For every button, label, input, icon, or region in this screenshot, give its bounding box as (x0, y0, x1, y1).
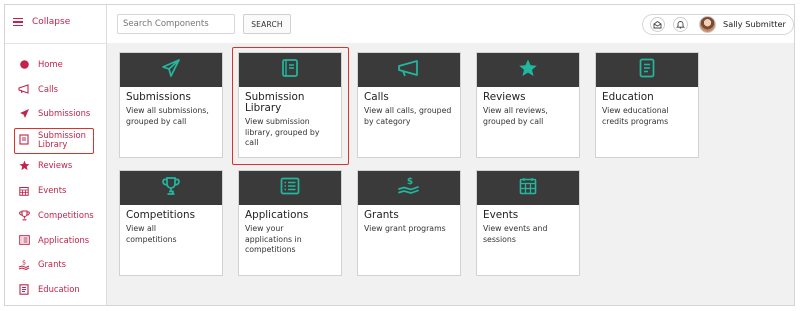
card-description: View your applications in competitions (245, 224, 302, 254)
star-icon (518, 58, 538, 82)
sidebar-item-label: Grants (38, 259, 67, 270)
card-title: Applications (245, 209, 309, 221)
book-icon (281, 58, 299, 82)
sidebar-item-events[interactable]: Events (5, 178, 107, 203)
user-menu[interactable]: Sally Submitter (642, 14, 794, 35)
card-events[interactable]: Events View events and sessions (476, 170, 580, 276)
card-title: Submission Library (245, 91, 305, 114)
paper-plane-icon (18, 108, 30, 120)
card-grants[interactable]: $ Grants View grant programs (357, 170, 461, 276)
card-description: View submission library, grouped by call (245, 117, 320, 147)
list-icon (18, 234, 30, 246)
collapse-button[interactable]: Collapse (13, 17, 70, 27)
sidebar-item-label: Calls (38, 83, 58, 94)
card-header (239, 53, 341, 87)
card-submission-library[interactable]: Submission Library View submission libra… (238, 52, 342, 158)
card-title: Grants (364, 209, 399, 221)
component-cards: Submissions View all submissions, groupe… (107, 43, 794, 305)
card-reviews[interactable]: Reviews View all reviews, grouped by cal… (476, 52, 580, 158)
user-name: Sally Submitter (723, 19, 786, 29)
card-calls[interactable]: Calls View all calls, grouped by categor… (357, 52, 461, 158)
card-header (120, 53, 222, 87)
collapse-label: Collapse (32, 17, 71, 27)
inbox-icon[interactable] (650, 17, 665, 32)
card-header: $ (358, 171, 460, 205)
document-icon (639, 58, 655, 82)
svg-text:$: $ (407, 177, 413, 187)
card-header (477, 171, 579, 205)
card-header (477, 53, 579, 87)
document-icon (18, 284, 30, 296)
megaphone-icon (397, 59, 421, 81)
hamburger-icon (13, 17, 23, 27)
app-frame: Collapse Home Calls Submissions Submissi… (4, 4, 795, 306)
avatar[interactable] (699, 16, 716, 33)
calendar-icon (18, 185, 30, 197)
card-description: View all reviews, grouped by call (483, 106, 548, 126)
card-applications[interactable]: Applications View your applications in c… (238, 170, 342, 276)
card-title: Education (602, 91, 654, 103)
sidebar-item-applications[interactable]: Applications (5, 228, 107, 253)
sidebar-item-reviews[interactable]: Reviews (5, 153, 107, 178)
card-header (239, 171, 341, 205)
trophy-icon (161, 176, 181, 200)
sidebar-item-label: Competitions (38, 209, 94, 220)
card-description: View all calls, grouped by category (364, 106, 452, 126)
card-title: Calls (364, 91, 389, 103)
sidebar-item-label: Education (38, 284, 80, 295)
sidebar-item-grants[interactable]: $ Grants (5, 253, 107, 278)
svg-text:$: $ (22, 260, 26, 267)
card-title: Submissions (126, 91, 191, 103)
card-competitions[interactable]: Competitions View all competitions (119, 170, 223, 276)
card-title: Events (483, 209, 519, 221)
sidebar-nav: Home Calls Submissions Submission Librar… (5, 52, 107, 302)
card-description: View grant programs (364, 224, 446, 233)
calendar-icon (519, 177, 537, 199)
card-description: View all competitions (126, 224, 177, 244)
book-icon (18, 134, 30, 146)
star-icon (18, 160, 30, 172)
trophy-icon (18, 209, 30, 221)
sidebar-item-education[interactable]: Education (5, 277, 107, 302)
sidebar-item-competitions[interactable]: Competitions (5, 203, 107, 228)
hand-money-icon: $ (18, 259, 30, 271)
sidebar-item-calls[interactable]: Calls (5, 77, 107, 102)
card-description: View events and sessions (483, 224, 548, 244)
card-header (358, 53, 460, 87)
bell-icon[interactable] (673, 17, 688, 32)
home-dot-icon (18, 58, 30, 70)
card-description: View all submissions, grouped by call (126, 106, 209, 126)
sidebar-item-label: Submissions (38, 108, 91, 119)
card-description: View educational credits programs (602, 106, 669, 126)
card-education[interactable]: Education View educational credits progr… (595, 52, 699, 158)
sidebar-item-label: Submission Library (38, 129, 86, 149)
top-bar: SEARCH Sally Submitter (107, 5, 794, 43)
card-header (596, 53, 698, 87)
card-title: Competitions (126, 209, 196, 221)
card-title: Reviews (483, 91, 526, 103)
megaphone-icon (18, 83, 30, 95)
sidebar-item-label: Applications (38, 234, 90, 245)
search-input[interactable] (117, 14, 235, 34)
sidebar-divider (5, 43, 107, 44)
sidebar-item-label: Reviews (38, 160, 73, 171)
list-icon (280, 177, 300, 199)
sidebar-item-submission-library[interactable]: Submission Library (5, 126, 107, 155)
sidebar-item-label: Events (38, 185, 67, 196)
sidebar-item-home[interactable]: Home (5, 52, 107, 77)
search-button[interactable]: SEARCH (243, 14, 291, 34)
card-submissions[interactable]: Submissions View all submissions, groupe… (119, 52, 223, 158)
sidebar-item-submissions[interactable]: Submissions (5, 102, 107, 127)
hand-money-icon: $ (397, 175, 421, 201)
card-header (120, 171, 222, 205)
sidebar-item-label: Home (38, 58, 63, 69)
sidebar: Collapse Home Calls Submissions Submissi… (5, 5, 107, 305)
paper-plane-icon (161, 58, 181, 82)
